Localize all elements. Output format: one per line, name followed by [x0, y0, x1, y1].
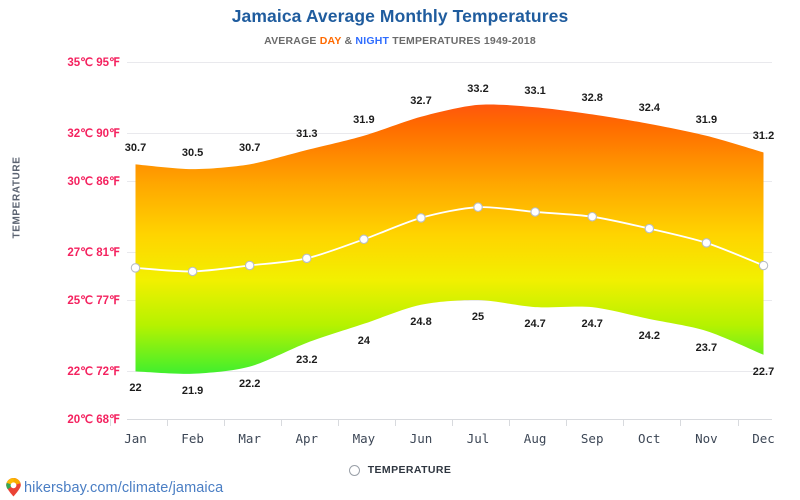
- data-point-marker: [244, 260, 255, 271]
- x-axis-tick: [452, 419, 453, 426]
- data-point-marker: [473, 202, 483, 212]
- chart-subtitle: AVERAGE DAY & NIGHT TEMPERATURES 1949-20…: [0, 35, 800, 47]
- y-axis-tick-label: 25℃ 77℉: [67, 295, 120, 307]
- gridline: [127, 300, 772, 301]
- page-title: Jamaica Average Monthly Temperatures: [231, 6, 569, 26]
- subtitle-suffix: TEMPERATURES 1949-2018: [389, 35, 536, 47]
- x-axis-tick-label: Jan: [124, 431, 147, 446]
- x-axis-tick: [737, 419, 739, 426]
- data-point-marker: [302, 253, 312, 264]
- x-axis-tick-label: Mar: [238, 431, 261, 446]
- x-axis-tick-label: Jul: [466, 431, 490, 446]
- x-axis-tick-label: Jun: [409, 431, 433, 446]
- day-temperature-label: 32.4: [638, 101, 661, 114]
- data-point-marker: [587, 211, 597, 222]
- night-temperature-label: 24.7: [524, 318, 546, 331]
- night-temperature-label: 24: [357, 334, 371, 347]
- x-axis-tick-label: Oct: [638, 431, 661, 446]
- map-pin-icon: [5, 477, 22, 497]
- day-temperature-label: 33.1: [524, 85, 546, 98]
- x-axis-tick: [280, 419, 282, 426]
- x-axis-tick-label: Nov: [695, 431, 718, 446]
- x-axis-tick: [395, 419, 396, 426]
- x-axis: Jan Feb Mar Apr May Jun Jul Aug Sep Oct Nov Dec: [109, 419, 775, 447]
- y-axis-title: TEMPERATURE: [11, 156, 23, 239]
- footer-url[interactable]: hikersbay.com/climate/jamaica: [24, 480, 223, 496]
- y-axis-tick-label: 20℃ 68℉: [67, 414, 120, 426]
- subtitle-ampersand: &: [341, 35, 356, 47]
- gridline: [127, 62, 772, 63]
- data-point-marker: [359, 234, 369, 245]
- x-axis-tick-label: Dec: [752, 431, 775, 446]
- y-axis-tick-label: 32℃ 90℉: [67, 128, 120, 141]
- y-axis-tick-label: 27℃ 81℉: [67, 247, 120, 260]
- gridline: [127, 181, 772, 182]
- legend[interactable]: TEMPERATURE: [0, 464, 800, 476]
- day-temperature-label: 33.2: [467, 82, 489, 95]
- footer-watermark[interactable]: hikersbay.com/climate/jamaica: [5, 477, 223, 497]
- x-axis-tick-label: Aug: [523, 431, 547, 446]
- day-temperature-label: 31.2: [752, 130, 775, 143]
- gridline: [127, 252, 772, 254]
- data-point-marker: [701, 238, 712, 248]
- x-axis-tick-label: Sep: [580, 431, 604, 446]
- data-point-marker: [416, 213, 426, 223]
- subtitle-night-accent: NIGHT: [355, 35, 390, 47]
- night-temperature-label: 24.7: [581, 318, 603, 331]
- hollow-circle-icon: [348, 464, 360, 476]
- night-temperature-label: 22.7: [752, 365, 775, 378]
- average-temperature-line: [134, 206, 765, 273]
- night-temperature-label: 21.9: [181, 384, 204, 397]
- x-axis-tick: [566, 419, 568, 426]
- x-axis-tick: [680, 419, 682, 426]
- data-point-marker: [187, 266, 198, 277]
- x-axis-tick-label: Apr: [295, 431, 319, 446]
- day-temperature-label: 32.8: [581, 92, 603, 105]
- night-temperature-label: 24.2: [638, 330, 661, 342]
- x-axis-tick: [337, 419, 339, 426]
- night-temperature-label: 23.7: [695, 341, 718, 354]
- day-temperature-label: 30.7: [238, 142, 261, 155]
- data-point-marker: [530, 207, 540, 217]
- y-axis-tick-label: 35℃ 95℉: [67, 57, 120, 69]
- day-temperature-label: 31.9: [353, 113, 375, 126]
- night-temperature-label: 22: [129, 382, 142, 395]
- x-axis-tick: [109, 419, 111, 426]
- day-temperature-label: 30.5: [181, 147, 204, 160]
- data-point-marker: [644, 223, 655, 234]
- average-temperature-markers: [130, 202, 769, 277]
- x-axis-tick: [623, 419, 625, 426]
- gridline: [127, 371, 772, 373]
- night-temperature-label: 25: [471, 311, 485, 323]
- data-point-marker: [130, 263, 141, 273]
- temperature-chart: Jamaica Average Monthly Temperatures AVE…: [0, 0, 800, 500]
- x-axis-tick: [509, 419, 511, 426]
- x-axis-tick-label: May: [352, 431, 376, 446]
- day-temperature-label: 31.9: [695, 113, 718, 126]
- x-axis-tick: [166, 419, 168, 426]
- day-temperature-label: 31.3: [296, 128, 318, 141]
- subtitle-prefix: AVERAGE: [264, 35, 320, 47]
- night-temperature-label: 22.2: [238, 377, 261, 390]
- day-temperature-label: 32.7: [410, 94, 432, 107]
- x-axis-tick: [223, 419, 225, 426]
- x-axis-tick-label: Feb: [181, 431, 204, 446]
- day-temperature-label: 30.7: [124, 142, 147, 155]
- gridline: [127, 133, 772, 135]
- legend-label: TEMPERATURE: [367, 464, 452, 476]
- subtitle-day-accent: DAY: [319, 35, 342, 47]
- y-axis-tick-label: 22℃ 72℉: [67, 366, 120, 379]
- data-point-marker: [758, 260, 769, 271]
- night-temperature-label: 23.2: [296, 353, 318, 366]
- night-temperature-label: 24.8: [410, 315, 432, 328]
- y-axis-tick-label: 30℃ 86℉: [67, 176, 120, 188]
